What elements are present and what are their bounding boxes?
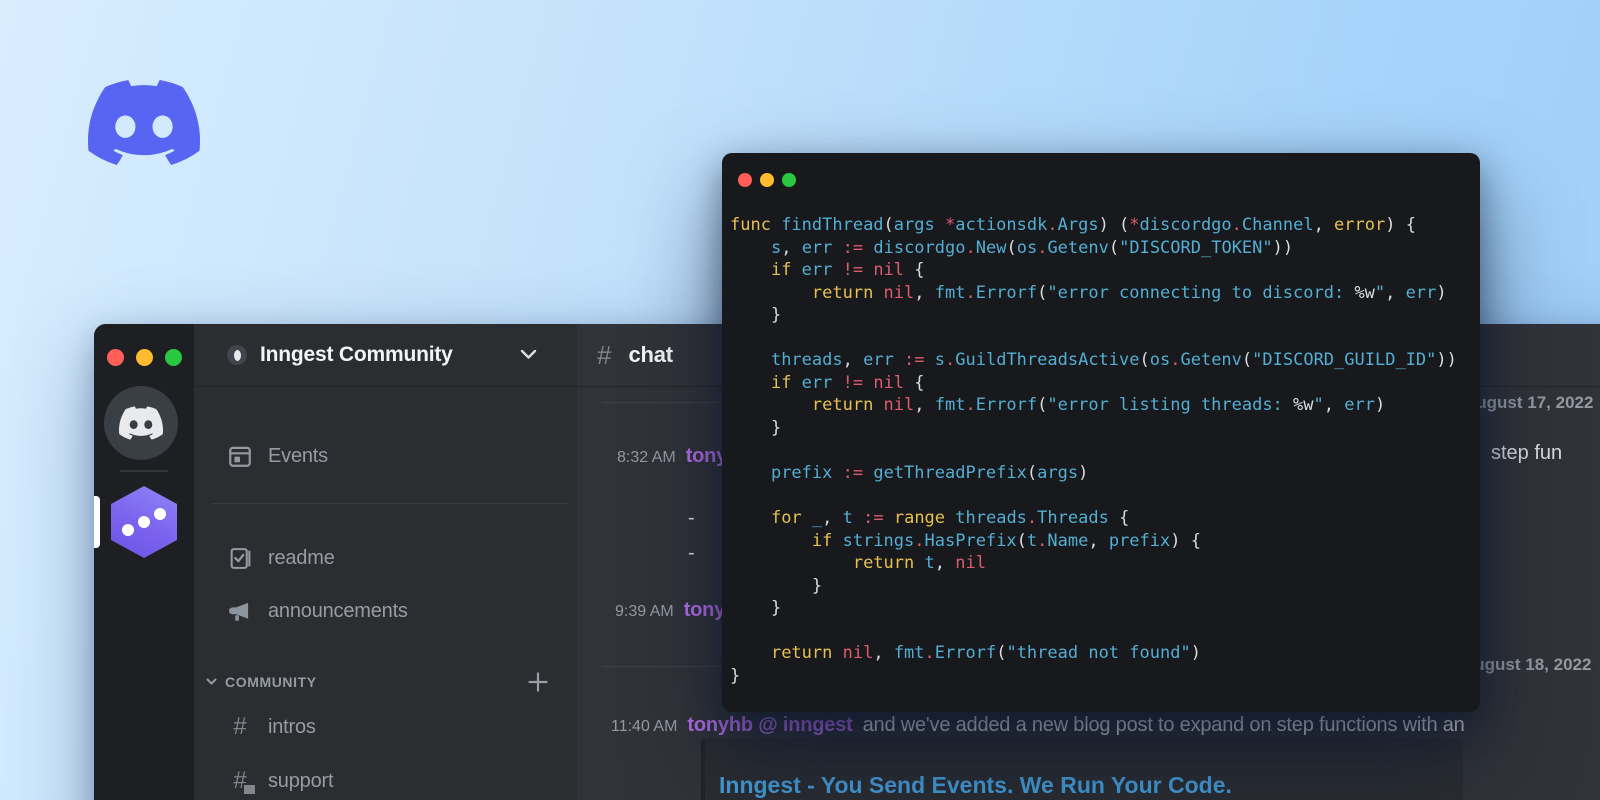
minimize-button[interactable] [136, 349, 153, 366]
calendar-icon [227, 443, 253, 469]
channel-title: chat [628, 342, 673, 367]
sidebar-section-community[interactable]: COMMUNITY [194, 665, 577, 699]
channel-label: announcements [268, 599, 408, 622]
discord-clyde-icon [119, 406, 163, 440]
server-rail [94, 324, 194, 800]
discord-logo-icon [88, 80, 200, 165]
server-boost-badge-icon [227, 345, 247, 365]
window-controls [738, 173, 796, 187]
server-header-dropdown[interactable]: Inngest Community [194, 324, 577, 387]
chat-message: 11:40 AM tonyhb @ inngest and we've adde… [611, 714, 1465, 737]
zoom-button[interactable] [165, 349, 182, 366]
channel-item-announcements[interactable]: announcements [194, 591, 577, 631]
close-button[interactable] [107, 349, 124, 366]
hash-icon: # [597, 339, 612, 370]
channel-item-support[interactable]: # support [194, 761, 577, 800]
megaphone-icon [227, 598, 253, 624]
message-timestamp: 9:39 AM [615, 603, 674, 620]
server-name: Inngest Community [260, 343, 453, 366]
hash-chat-icon: # [227, 768, 257, 796]
book-check-icon [227, 545, 253, 571]
channel-label: Events [268, 444, 328, 467]
channel-sidebar: Inngest Community Events readme announce… [194, 324, 578, 800]
sidebar-item-events[interactable]: Events [194, 436, 577, 476]
hero-canvas: Inngest Community Events readme announce… [0, 0, 1600, 800]
window-controls [107, 349, 182, 366]
close-button[interactable] [738, 173, 752, 187]
rail-divider [120, 470, 168, 472]
active-server-pill [94, 496, 100, 548]
inngest-logo-dot [154, 508, 166, 520]
channel-label: support [268, 769, 334, 792]
inngest-server-button[interactable] [111, 486, 177, 558]
message-username[interactable]: tonyhb @ inngest [687, 714, 852, 737]
section-label: COMMUNITY [225, 674, 317, 690]
channel-item-readme[interactable]: readme [194, 538, 577, 578]
message-bullet: - [688, 542, 695, 564]
sidebar-divider [212, 503, 567, 504]
zoom-button[interactable] [782, 173, 796, 187]
channel-label: intros [268, 715, 316, 738]
chevron-down-icon [206, 678, 217, 685]
channel-item-intros[interactable]: # intros [194, 707, 577, 747]
message-bullet: - [688, 507, 695, 529]
message-text-fragment: step fun [1491, 442, 1563, 464]
embed-link-title[interactable]: Inngest - You Send Events. We Run Your C… [719, 772, 1232, 799]
message-timestamp: 8:32 AM [617, 449, 676, 466]
channel-label: readme [268, 546, 335, 569]
discord-home-button[interactable] [104, 386, 178, 460]
code-window: func findThread(args *actionsdk.Args) (*… [722, 153, 1480, 712]
link-embed: Inngest - You Send Events. We Run Your C… [701, 738, 1463, 800]
create-channel-plus-icon[interactable] [527, 671, 549, 693]
embed-accent-bar [701, 738, 705, 800]
inngest-logo-dot [138, 516, 150, 528]
minimize-button[interactable] [760, 173, 774, 187]
message-text: and we've added a new blog post to expan… [862, 714, 1465, 736]
inngest-logo-dot [122, 524, 134, 536]
message-timestamp: 11:40 AM [611, 718, 678, 735]
chevron-down-icon [520, 349, 537, 359]
hash-icon: # [233, 713, 247, 740]
code-block: func findThread(args *actionsdk.Args) (*… [730, 215, 1457, 686]
